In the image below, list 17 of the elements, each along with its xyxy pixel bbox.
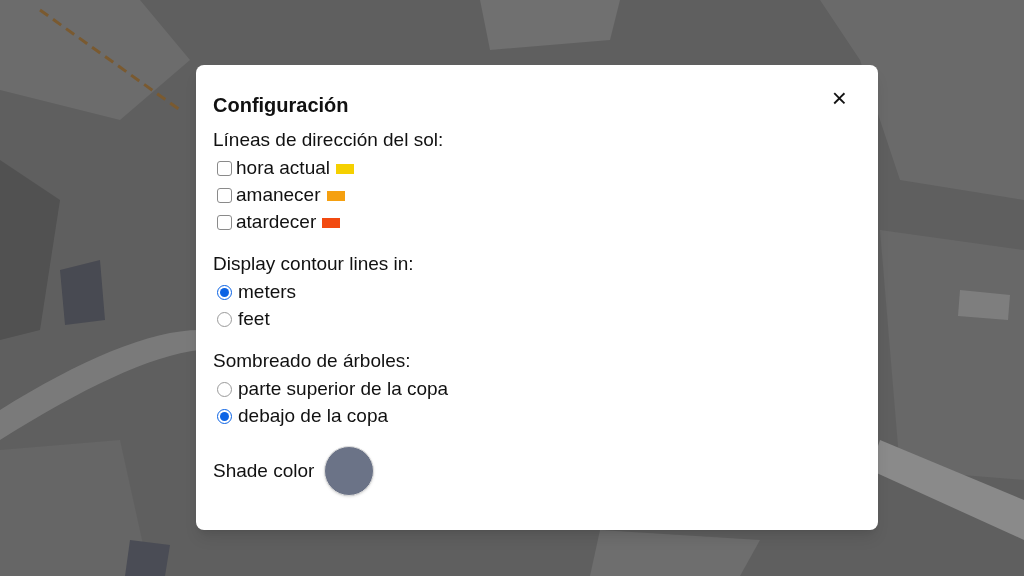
option-label: debajo de la copa bbox=[238, 404, 388, 429]
shade-color-label: Shade color bbox=[213, 458, 315, 483]
option-label: amanecer bbox=[236, 183, 321, 208]
close-button[interactable]: × bbox=[827, 85, 851, 111]
section-label: Líneas de dirección del sol: bbox=[213, 128, 444, 152]
option-label: parte superior de la copa bbox=[238, 377, 449, 402]
checkbox[interactable] bbox=[217, 188, 232, 203]
dialog-title: Configuración bbox=[213, 93, 349, 118]
option-label: feet bbox=[238, 307, 270, 332]
option-label: atardecer bbox=[236, 210, 317, 235]
option-label: hora actual bbox=[236, 156, 330, 181]
section-label: Sombreado de árboles: bbox=[213, 349, 411, 373]
checkbox[interactable] bbox=[217, 215, 232, 230]
color-picker[interactable] bbox=[324, 446, 375, 496]
section-label: Display contour lines in: bbox=[213, 252, 414, 276]
option-label: meters bbox=[238, 280, 297, 305]
checkbox[interactable] bbox=[217, 161, 232, 176]
